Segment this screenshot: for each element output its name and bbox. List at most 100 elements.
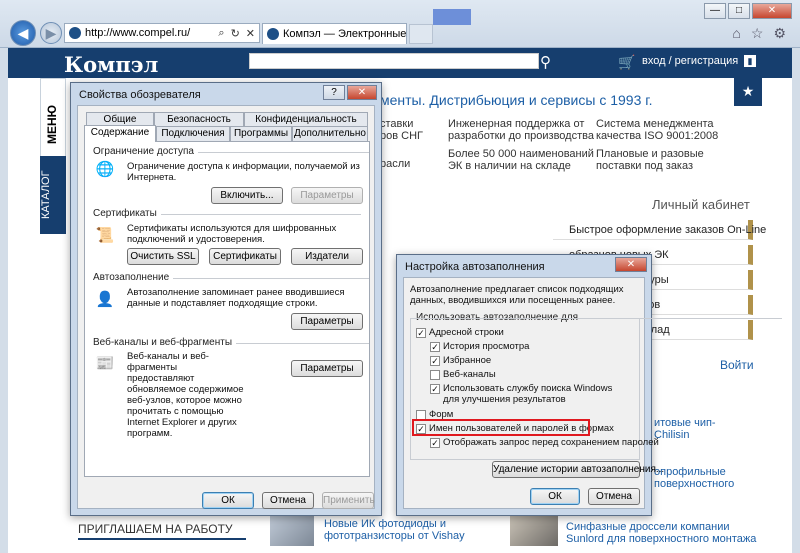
side-catalog-tab[interactable]: КАТАЛОГ: [40, 156, 66, 234]
group-title-certs: Сертификаты: [93, 208, 361, 219]
highlight-box: [412, 419, 590, 436]
forward-arrow-icon[interactable]: ▶: [40, 22, 62, 44]
autocomplete-text: Автозаполнение запоминает ранее вводивши…: [127, 287, 345, 309]
checkbox-favorites[interactable]: ✓ Избранное: [430, 355, 491, 366]
enable-button[interactable]: Включить...: [211, 187, 283, 204]
jobs-heading[interactable]: ПРИГЛАШАЕМ НА РАБОТУ: [78, 522, 246, 540]
home-icon[interactable]: ⌂: [732, 25, 740, 42]
maximize-button[interactable]: □: [728, 3, 750, 19]
certs-text: Сертификаты используются для шифрованных…: [127, 223, 337, 245]
new-tab-button[interactable]: [409, 24, 433, 44]
browser-toolbar: — □ ✕ ◀ ▶ http://www.compel.ru/ ⌕ ↻ ✕ Комп…: [0, 0, 800, 48]
search-icon[interactable]: ⌕: [218, 27, 224, 40]
content-tab-panel: Ограничение доступа 🌐 Ограничение доступ…: [84, 141, 370, 477]
feature-text: качества ISO 9001:2008: [596, 130, 719, 142]
group-title-autocomplete: Автозаполнение: [93, 272, 369, 283]
address-bar[interactable]: http://www.compel.ru/ ⌕ ↻ ✕: [64, 23, 260, 43]
feeds-params-button[interactable]: Параметры: [291, 360, 363, 377]
gear-icon[interactable]: ⚙: [773, 25, 786, 42]
tab-programs[interactable]: Программы: [230, 126, 292, 141]
tagline: менты. Дистрибьюция и сервисы с 1993 г.: [380, 92, 653, 108]
ok-button[interactable]: ОК: [530, 488, 580, 505]
window-buttons: — □ ✕: [704, 3, 792, 19]
cancel-button[interactable]: Отмена: [588, 488, 640, 505]
access-icon: 🌐: [95, 161, 115, 178]
autocomplete-settings-dialog: Настройка автозаполнения ✕ Автозаполнени…: [396, 254, 783, 516]
checkbox-box[interactable]: ✓: [430, 384, 440, 394]
bookmark-icon[interactable]: ★: [734, 78, 762, 106]
checkbox-label: Использовать службу поиска Windows для у…: [443, 383, 613, 405]
checkbox-windows-search[interactable]: ✓ Использовать службу поиска Windows для …: [430, 383, 616, 405]
certificate-icon: 📜: [95, 227, 115, 244]
search-icon[interactable]: ⚲: [540, 53, 551, 71]
feature-text: разработки до производства: [448, 130, 594, 142]
login-icon[interactable]: ▮: [744, 55, 756, 67]
news-link[interactable]: Chilisin: [654, 429, 689, 442]
login-link[interactable]: вход / регистрация: [642, 55, 738, 67]
close-window-button[interactable]: ✕: [752, 3, 792, 19]
site-favicon-icon: [69, 27, 81, 39]
tab-advanced[interactable]: Дополнительно: [292, 126, 368, 141]
site-logo[interactable]: Компэл: [64, 52, 158, 77]
group-title-feeds: Веб-каналы и веб-фрагменты: [93, 337, 369, 348]
close-dialog-button[interactable]: ✕: [347, 85, 377, 100]
checkbox-address-bar[interactable]: ✓ Адресной строки: [416, 327, 504, 338]
close-dialog-button[interactable]: ✕: [615, 257, 647, 272]
delete-autocomplete-history-button[interactable]: Удаление истории автозаполнения...: [492, 461, 664, 478]
internet-options-dialog: Свойства обозревателя ? ✕ Общие Безопасн…: [70, 82, 382, 516]
certificates-button[interactable]: Сертификаты: [209, 248, 281, 265]
autocomplete-icon: 👤: [95, 291, 115, 308]
help-button[interactable]: ?: [323, 85, 345, 100]
feeds-text: Веб-каналы и веб-фрагменты предоставляют…: [127, 351, 244, 439]
checkbox-label: Избранное: [443, 355, 492, 366]
checkbox-box[interactable]: ✓: [416, 327, 426, 338]
cart-icon[interactable]: 🛒: [618, 54, 635, 71]
dialog-title: Настройка автозаполнения: [405, 261, 545, 273]
site-search-input[interactable]: [249, 53, 539, 69]
tab-content[interactable]: Содержание: [84, 125, 156, 142]
checkbox-label: Отображать запрос перед сохранением паро…: [443, 437, 659, 448]
cabinet-title: Личный кабинет: [652, 197, 750, 212]
address-url[interactable]: http://www.compel.ru/: [85, 27, 190, 39]
feature-text: ЭК в наличии на складе: [448, 160, 571, 172]
checkbox-feeds[interactable]: Веб-каналы: [430, 369, 496, 380]
star-icon[interactable]: ☆: [751, 25, 764, 42]
checkbox-history[interactable]: ✓ История просмотра: [430, 341, 529, 352]
back-arrow-icon[interactable]: ◀: [10, 20, 36, 46]
group-title-access: Ограничение доступа: [93, 146, 369, 157]
clear-ssl-button[interactable]: Очистить SSL: [127, 248, 199, 265]
news-link[interactable]: фототранзисторы от Vishay: [324, 530, 465, 543]
news-link[interactable]: поверхностного: [654, 478, 734, 491]
access-params-button[interactable]: Параметры: [291, 187, 363, 204]
checkbox-box[interactable]: ✓: [430, 341, 440, 352]
ok-button[interactable]: ОК: [202, 492, 254, 509]
dialog-client: Общие Безопасность Конфиденциальность Со…: [77, 105, 375, 509]
refresh-icon[interactable]: ↻: [231, 27, 240, 40]
cabinet-item[interactable]: Быстрое оформление заказов On-Line: [553, 220, 766, 240]
checkbox-box[interactable]: [430, 369, 440, 380]
news-link[interactable]: Sunlord для поверхностного монтажа: [566, 533, 756, 546]
tab-connections[interactable]: Подключения: [156, 126, 230, 141]
feature-text: расли: [380, 158, 411, 170]
checkbox-prompt-save[interactable]: ✓ Отображать запрос перед сохранением пар…: [430, 437, 659, 448]
browser-tab[interactable]: Компэл — Электронные к... ✕: [262, 23, 407, 44]
news-image: [510, 516, 558, 546]
publishers-button[interactable]: Издатели: [291, 248, 363, 265]
tab-security[interactable]: Безопасность: [154, 112, 244, 127]
cancel-button[interactable]: Отмена: [262, 492, 314, 509]
title-indicator: [433, 9, 471, 25]
autocomplete-intro: Автозаполнение предлагает список подходя…: [410, 284, 624, 306]
apply-button[interactable]: Применить: [322, 492, 375, 509]
minimize-button[interactable]: —: [704, 3, 726, 19]
checkbox-box[interactable]: [416, 409, 426, 420]
checkbox-box[interactable]: ✓: [430, 437, 440, 448]
autocomplete-params-button[interactable]: Параметры: [291, 313, 363, 330]
access-text: Ограничение доступа к информации, получа…: [127, 161, 360, 183]
checkbox-label: Адресной строки: [429, 327, 504, 338]
stop-icon[interactable]: ✕: [246, 27, 255, 40]
feature-text: ров СНГ: [380, 130, 423, 142]
ie-tools: ⌂ ☆ ⚙: [732, 25, 786, 42]
login-button[interactable]: Войти: [720, 358, 754, 372]
checkbox-box[interactable]: ✓: [430, 355, 440, 366]
tab-privacy[interactable]: Конфиденциальность: [244, 112, 368, 127]
